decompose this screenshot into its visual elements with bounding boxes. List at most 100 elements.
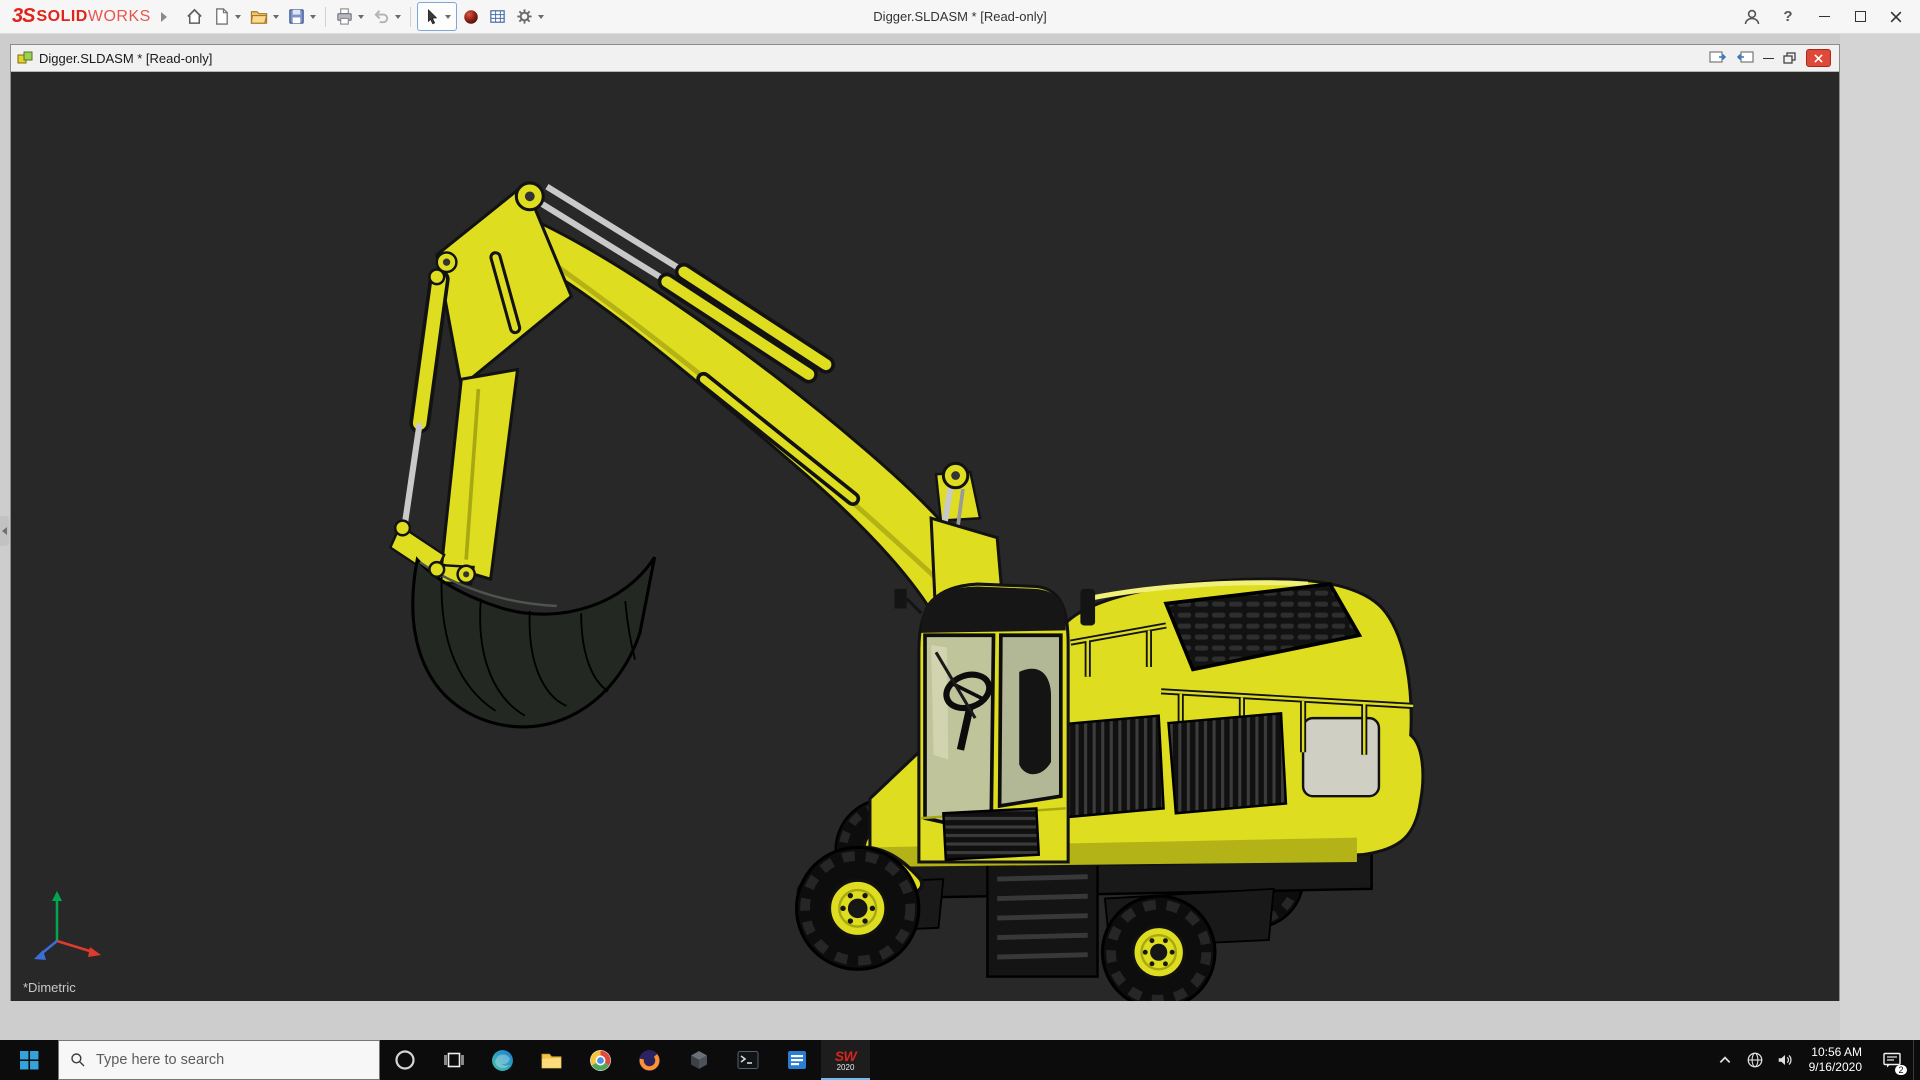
open-folder-icon [249,7,269,26]
dassault-3s-logo: 3S [12,5,34,28]
cad-app-button[interactable] [674,1040,723,1080]
home-button[interactable] [182,3,207,30]
select-tool-button[interactable] [417,2,457,31]
blue-app-button[interactable] [772,1040,821,1080]
app-titlebar: 3S SOLID WORKS [0,0,1920,34]
undo-caret[interactable] [395,15,401,19]
blue-app-icon [786,1049,808,1071]
excavator-body [806,518,1423,891]
windows-start-icon [20,1051,39,1070]
account-button[interactable] [1734,0,1770,33]
firefox-button[interactable] [625,1040,674,1080]
help-icon: ? [1783,8,1792,25]
toolbar-separator [325,7,326,27]
wheel-rear-right [1102,896,1215,1001]
taskbar-clock[interactable]: 10:56 AM 9/16/2020 [1800,1040,1871,1080]
menu-expand-icon[interactable] [161,12,167,22]
excavator-arm [405,183,992,623]
solidworks-2020-icon: SW 2020 [835,1049,857,1072]
windows-taskbar: Type here to search [0,1040,1920,1080]
excavator-bucket [390,521,654,727]
exhaust [1080,589,1095,626]
print-caret[interactable] [358,15,364,19]
doc-close-icon [1814,54,1823,63]
mirror [894,589,906,609]
doc-restore-button[interactable] [1783,52,1797,64]
minimize-button[interactable] [1806,0,1842,33]
open-caret[interactable] [273,15,279,19]
chrome-icon [589,1049,612,1072]
orientation-triad[interactable] [27,883,117,973]
maximize-button[interactable] [1842,0,1878,33]
solidworks-screen: 3S SOLID WORKS [0,0,1920,1080]
maximize-icon [1855,11,1866,22]
doc-minimize-button[interactable] [1763,58,1774,59]
home-icon [185,7,204,26]
chrome-button[interactable] [576,1040,625,1080]
close-button[interactable] [1878,0,1914,33]
doc-close-button[interactable] [1806,49,1831,67]
system-tray: 10:56 AM 9/16/2020 2 [1710,1040,1920,1080]
notification-badge: 2 [1895,1065,1907,1075]
close-icon [1890,11,1902,23]
clock-time: 10:56 AM [1811,1045,1862,1060]
brand-solid: SOLID [36,8,87,26]
wheel-front-left [797,847,919,969]
window-pane-arrow-icon[interactable] [1709,51,1727,65]
start-button[interactable] [0,1040,58,1080]
triad-y-axis [52,891,62,901]
open-button[interactable] [246,3,282,30]
save-button[interactable] [284,3,319,30]
side-vent-right [1168,713,1285,813]
appearance-button[interactable] [459,3,483,30]
print-icon [335,7,354,26]
new-document-caret[interactable] [235,15,241,19]
undo-button[interactable] [369,3,404,30]
task-view-button[interactable] [429,1040,478,1080]
save-caret[interactable] [310,15,316,19]
new-document-button[interactable] [209,3,244,30]
task-view-icon [443,1049,465,1071]
new-document-icon [212,7,231,26]
solidworks-2020-button[interactable]: SW 2020 [821,1040,870,1080]
front-vent [943,808,1038,859]
edge-button[interactable] [478,1040,527,1080]
show-desktop-button[interactable] [1913,1040,1920,1080]
cortana-button[interactable] [380,1040,429,1080]
app-title: Digger.SLDASM * [Read-only] [873,0,1046,34]
undo-icon [372,7,391,26]
hidden-icons-button[interactable] [1710,1040,1740,1080]
command-prompt-icon [737,1049,759,1071]
cube-app-icon [688,1049,710,1071]
clock-date: 9/16/2020 [1809,1060,1862,1075]
panel-collapse-tab[interactable] [0,516,9,546]
select-tool-caret[interactable] [445,15,451,19]
search-placeholder: Type here to search [96,1052,224,1068]
file-explorer-button[interactable] [527,1040,576,1080]
document-titlebar[interactable]: Digger.SLDASM * [Read-only] [11,45,1839,72]
options-button[interactable] [512,3,547,30]
window-pane-arrow-icon-2[interactable] [1736,51,1754,65]
minimize-icon [1819,16,1830,17]
network-button[interactable] [1740,1040,1770,1080]
gear-icon [515,7,534,26]
collapse-arrow-icon [2,527,7,535]
design-table-button[interactable] [485,3,510,30]
chevron-up-icon [1718,1054,1732,1066]
volume-button[interactable] [1770,1040,1800,1080]
design-table-icon [488,7,507,26]
terminal-button[interactable] [723,1040,772,1080]
options-caret[interactable] [538,15,544,19]
firefox-icon [638,1049,661,1072]
help-button[interactable]: ? [1770,0,1806,33]
excavator-model [11,72,1839,1001]
graphics-viewport[interactable]: *Dimetric [11,72,1839,1001]
taskbar-search-input[interactable]: Type here to search [58,1040,380,1080]
doc-minimize-icon [1763,58,1774,59]
account-icon [1742,7,1762,27]
search-icon [70,1052,86,1068]
action-center-button[interactable]: 2 [1871,1040,1913,1080]
seat [1019,669,1051,775]
toolbar-separator [410,7,411,27]
print-button[interactable] [332,3,367,30]
